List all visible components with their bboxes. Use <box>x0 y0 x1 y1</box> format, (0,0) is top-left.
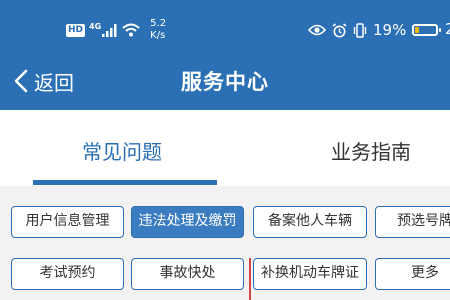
service-center-screen: HD 4G 5.2 K/s 19% 2 服务中心 返回 常见问题 业务指南 用户… <box>0 0 450 300</box>
tab-active-indicator <box>33 180 217 185</box>
tab-business-guide[interactable]: 业务指南 <box>331 136 411 165</box>
marker-line <box>249 258 251 300</box>
tab-bar: 常见问题 业务指南 <box>0 110 450 186</box>
network-speed: 5.2 K/s <box>150 18 166 42</box>
title-bar: 服务中心 返回 <box>0 56 450 106</box>
chip-exam-booking[interactable]: 考试预约 <box>11 258 124 290</box>
network-speed-unit: K/s <box>150 30 166 41</box>
battery-fill <box>415 27 420 33</box>
tab-faq[interactable]: 常见问题 <box>82 136 162 165</box>
chip-more[interactable]: 更多 <box>375 258 450 290</box>
network-type: 4G <box>89 21 102 31</box>
signal-icon <box>102 23 117 37</box>
back-label: 返回 <box>34 70 74 95</box>
status-time: 2 <box>445 20 450 38</box>
battery-icon <box>412 24 442 36</box>
chip-accident-handling[interactable]: 事故快处 <box>131 258 244 290</box>
status-bar-left: HD 4G 5.2 K/s <box>66 17 166 43</box>
chip-replace-plate[interactable]: 补换机动车牌证 <box>253 258 367 290</box>
chip-register-vehicle[interactable]: 备案他人车辆 <box>253 206 367 238</box>
alarm-icon <box>332 22 347 37</box>
status-bar-right: 19% <box>308 17 442 43</box>
eye-icon <box>308 24 326 36</box>
status-bar: HD 4G 5.2 K/s 19% 2 <box>0 0 450 52</box>
chip-user-info[interactable]: 用户信息管理 <box>11 206 124 238</box>
chevron-left-icon <box>14 69 28 93</box>
chip-plate-preselect[interactable]: 预选号牌 <box>375 206 450 238</box>
hd-badge: HD <box>66 23 86 37</box>
wifi-icon <box>122 23 140 37</box>
battery-percent: 19% <box>373 21 407 39</box>
network-speed-value: 5.2 <box>150 18 167 29</box>
back-button[interactable]: 返回 <box>14 67 74 95</box>
header: HD 4G 5.2 K/s 19% 2 服务中心 返回 <box>0 0 450 110</box>
chip-violation-payment[interactable]: 违法处理及缴罚 <box>131 206 244 238</box>
vibrate-icon <box>353 22 367 38</box>
